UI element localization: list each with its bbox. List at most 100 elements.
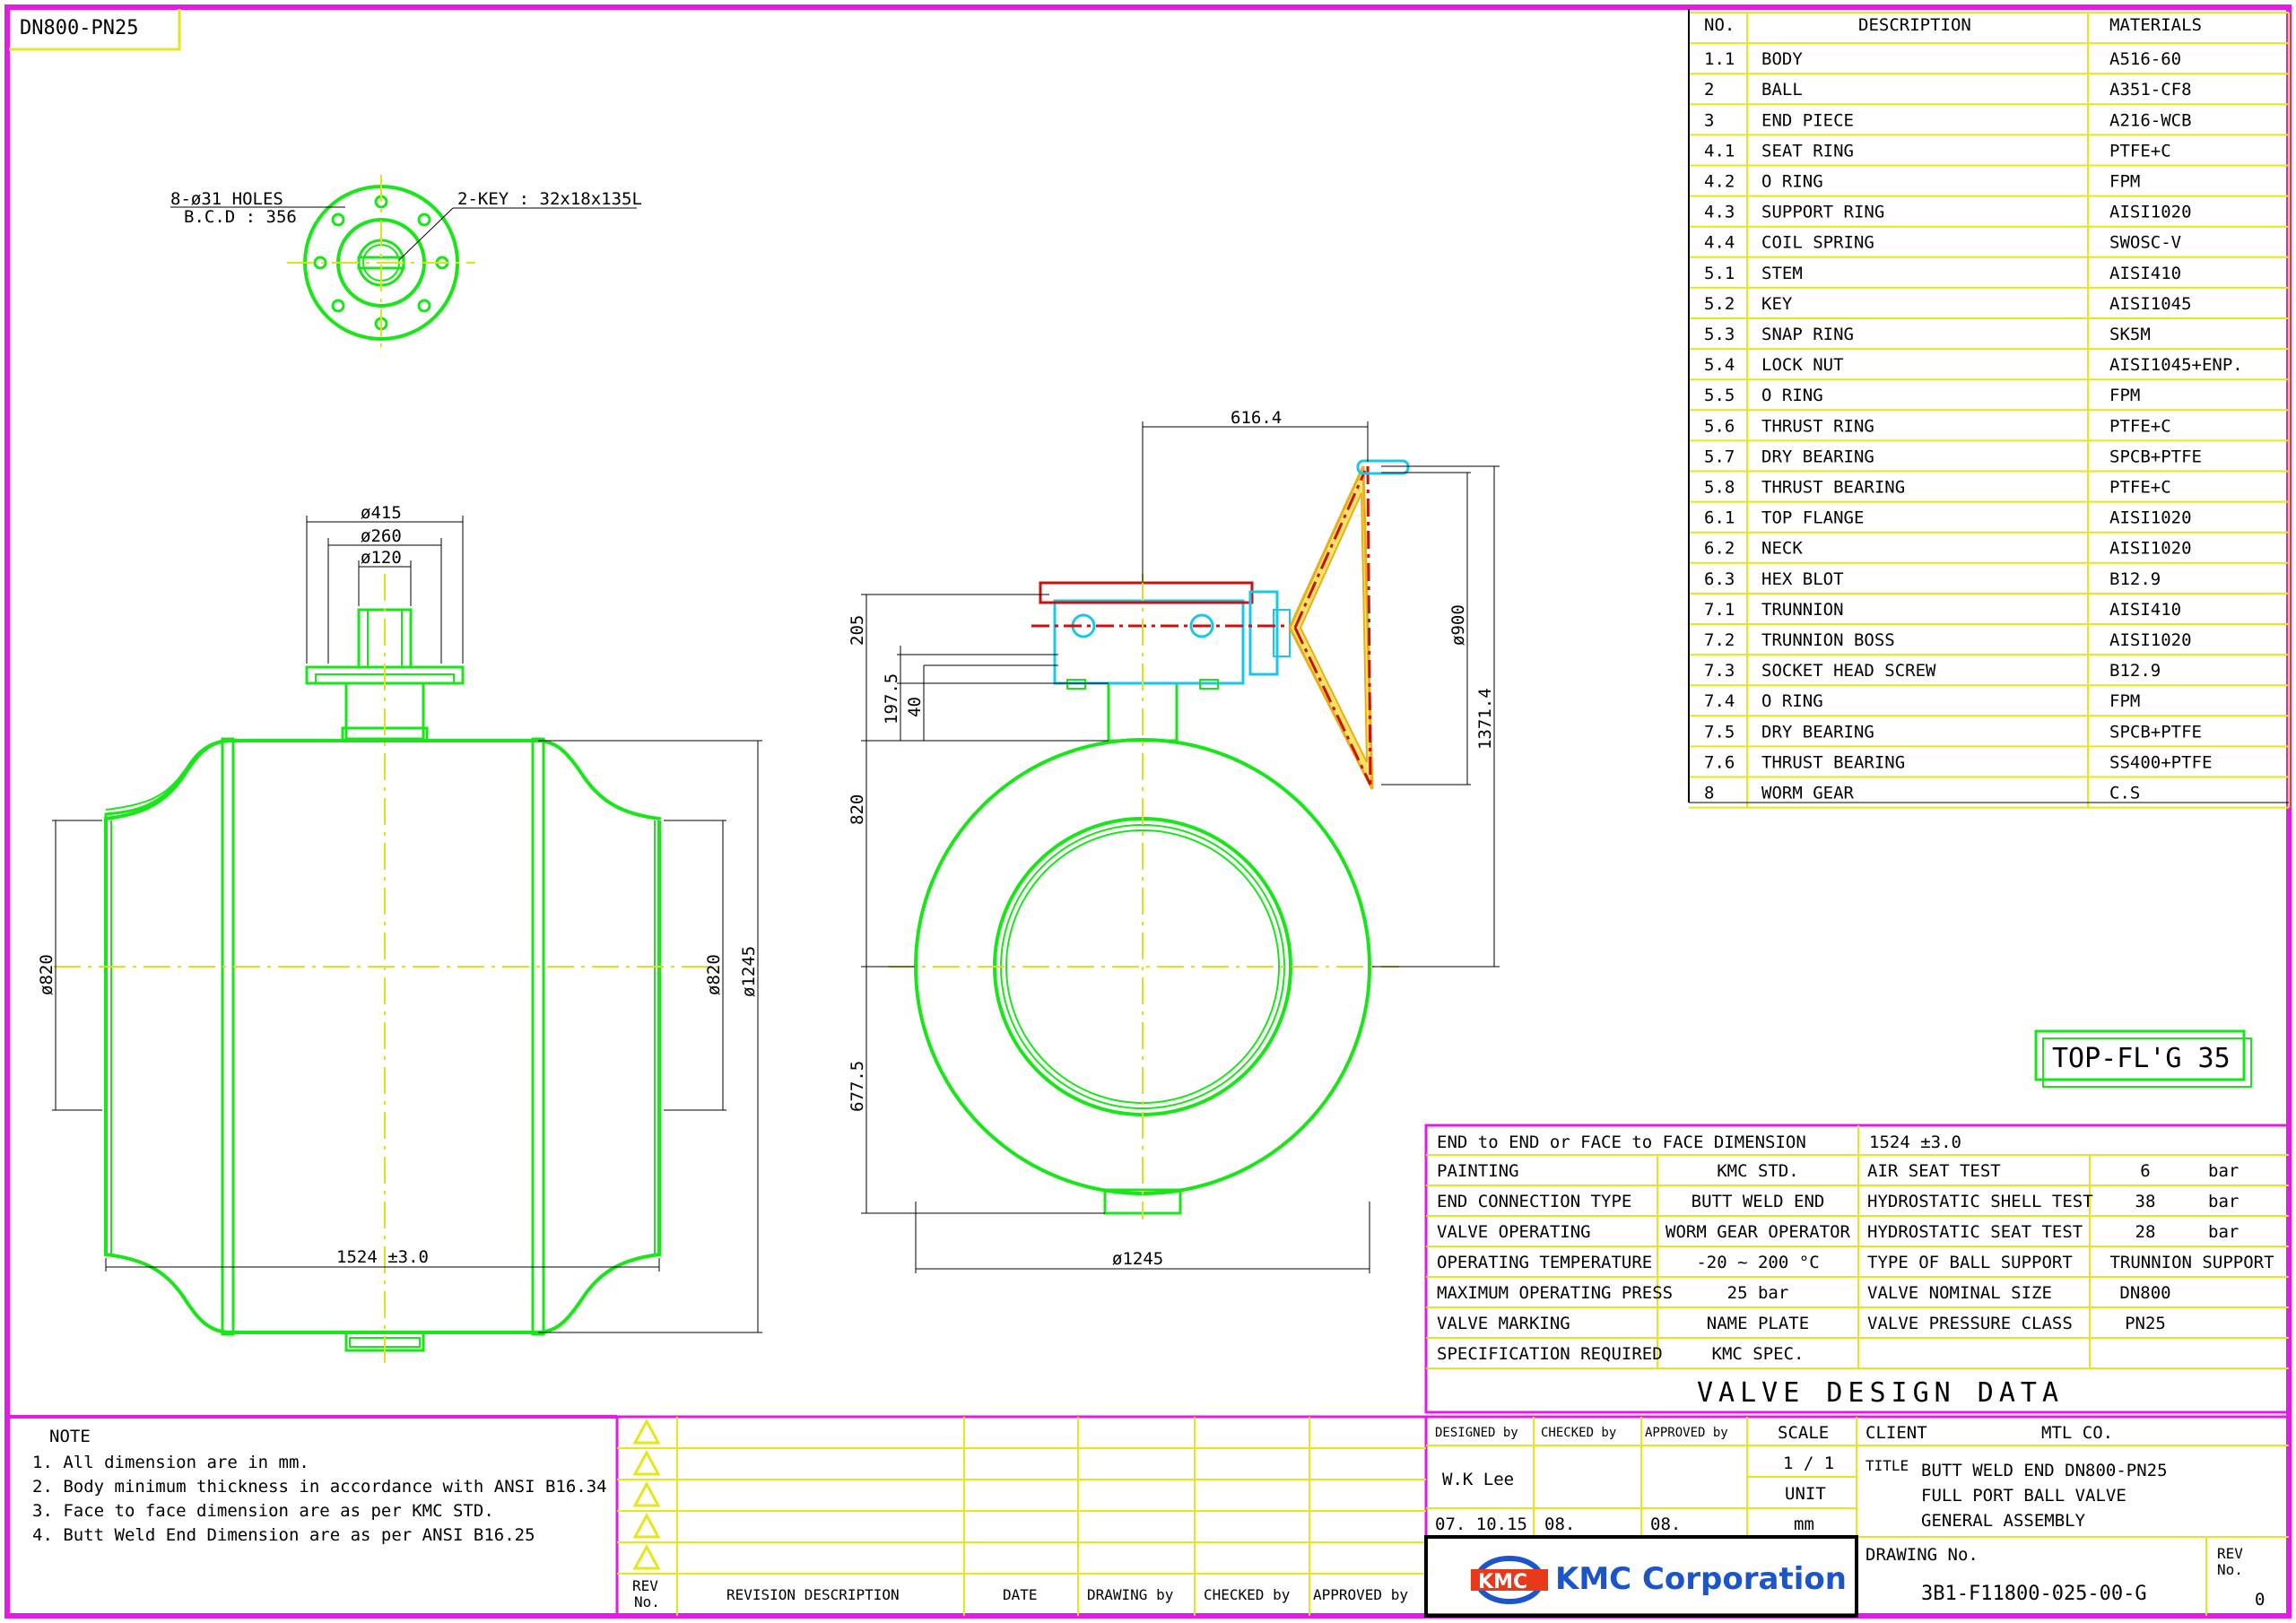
drawing-sheet: DN800-PN25 8-ø31 HOLES B.C.D : 356 2-KEY… — [4, 4, 2292, 1619]
front-view: ø415 ø260 ø120 ø820 ø820 ø1245 1524 ±3.0 — [37, 503, 762, 1363]
dd-label-2: VALVE PRESSURE CLASS — [1867, 1314, 2073, 1333]
bom-description: SEAT RING — [1761, 141, 1854, 161]
bom-material: AISI410 — [2109, 264, 2181, 283]
bom-no: 7.1 — [1704, 600, 1735, 620]
bom-description: HEX BLOT — [1761, 569, 1844, 589]
bom-no: 7.2 — [1704, 630, 1735, 650]
dd-unit: bar — [2208, 1222, 2239, 1242]
notes-box: NOTE 1. All dimension are in mm. 2. Body… — [9, 1415, 617, 1545]
rev-no-label-2: No. — [634, 1593, 660, 1610]
dd-label-2: AIR SEAT TEST — [1867, 1161, 2001, 1181]
bom-no: 5.6 — [1704, 416, 1735, 436]
title-line-1: BUTT WELD END DN800-PN25 — [1921, 1461, 2168, 1480]
dd-label: MAXIMUM OPERATING PRESS — [1437, 1283, 1673, 1303]
sheet-label-box: DN800-PN25 — [9, 9, 181, 51]
bom-no: 3 — [1704, 110, 1714, 130]
bom-material: AISI410 — [2109, 600, 2181, 620]
bom-description: KEY — [1761, 294, 1793, 314]
dd-label: OPERATING TEMPERATURE — [1437, 1253, 1652, 1272]
dim-415: ø415 — [361, 503, 402, 523]
bom-description: THRUST BEARING — [1761, 478, 1905, 498]
bom-description: DRY BEARING — [1761, 447, 1874, 466]
bom-description: SOCKET HEAD SCREW — [1761, 661, 1936, 681]
dd-value: KMC STD. — [1717, 1161, 1799, 1181]
bom-material: C.S — [2109, 784, 2140, 803]
dim-820: 820 — [848, 794, 867, 825]
bom-material: AISI1020 — [2109, 508, 2192, 528]
design-data-table: END to END or FACE to FACE DIMENSION 152… — [1424, 1124, 2291, 1414]
dd-label: SPECIFICATION REQUIRED — [1437, 1344, 1663, 1364]
title-label: TITLE — [1866, 1457, 1909, 1474]
end-to-end-label: END to END or FACE to FACE DIMENSION — [1437, 1133, 1806, 1152]
dim-1245-side: ø1245 — [1112, 1249, 1163, 1269]
rev-no-label-1: REV — [632, 1577, 658, 1594]
dd-unit: bar — [2208, 1161, 2239, 1181]
dd-label: VALVE OPERATING — [1437, 1222, 1591, 1242]
bom-description: THRUST RING — [1761, 416, 1874, 436]
approved-by-label: APPROVED by — [1645, 1426, 1728, 1440]
bom-table: NO. DESCRIPTION MATERIALS 1.1 BODY A516-60… — [1688, 9, 2290, 809]
bom-header-no: NO. — [1704, 15, 1735, 35]
rev-date-label: DATE — [1003, 1586, 1038, 1603]
bom-no: 4.1 — [1704, 141, 1735, 161]
dd-value-2: 6 — [2140, 1161, 2150, 1181]
top-view: 8-ø31 HOLES B.C.D : 356 2-KEY : 32x18x13… — [170, 175, 642, 354]
dd-label: VALVE MARKING — [1437, 1314, 1570, 1333]
bom-description: THRUST BEARING — [1761, 752, 1905, 772]
dd-label-2: TYPE OF BALL SUPPORT — [1867, 1253, 2073, 1272]
bom-no: 5.8 — [1704, 478, 1735, 498]
dd-value-2: PN25 — [2125, 1314, 2166, 1333]
bom-description: STEM — [1761, 264, 1803, 283]
bom-description: BODY — [1761, 49, 1803, 69]
bom-description: TRUNNION — [1761, 600, 1844, 620]
bom-description: NECK — [1761, 539, 1803, 559]
bom-material: AISI1020 — [2109, 203, 2192, 222]
date-designed: 07. 10.15 — [1435, 1515, 1527, 1534]
dd-value-2: DN800 — [2119, 1283, 2170, 1303]
bom-material: SK5M — [2109, 325, 2151, 344]
dd-value: NAME PLATE — [1707, 1314, 1809, 1333]
drawing-no-label: DRAWING No. — [1866, 1545, 1979, 1565]
bom-material: A351-CF8 — [2109, 80, 2192, 100]
scale-label: SCALE — [1778, 1423, 1829, 1443]
sheet-border — [4, 4, 2292, 1619]
bom-no: 6.2 — [1704, 539, 1735, 559]
title-line-2: FULL PORT BALL VALVE — [1921, 1486, 2126, 1506]
bom-material: AISI1020 — [2109, 539, 2192, 559]
bom-description: TOP FLANGE — [1761, 508, 1864, 528]
unit-value: mm — [1794, 1515, 1814, 1534]
end-to-end-value: 1524 ±3.0 — [1869, 1133, 1961, 1152]
bom-no: 5.5 — [1704, 386, 1735, 405]
dd-unit: bar — [2208, 1192, 2239, 1211]
title-block: DESIGNED by CHECKED by APPROVED by SCALE… — [1424, 1415, 2289, 1618]
bom-material: PTFE+C — [2109, 478, 2171, 498]
dd-value: -20 ~ 200 °C — [1696, 1253, 1819, 1272]
dim-820-right: ø820 — [704, 954, 724, 995]
drawing-no-value: 3B1-F11800-025-00-G — [1921, 1583, 2147, 1605]
dd-label-2: HYDROSTATIC SHELL TEST — [1867, 1192, 2093, 1211]
bom-material: A516-60 — [2109, 49, 2181, 69]
top-flange-label: TOP-FL'G 35 — [2052, 1043, 2231, 1074]
bom-no: 5.4 — [1704, 355, 1735, 375]
bom-no: 5.1 — [1704, 264, 1735, 283]
dd-value: KMC SPEC. — [1712, 1344, 1805, 1364]
bom-no: 4.4 — [1704, 233, 1735, 253]
dim-205: 205 — [848, 615, 867, 646]
designed-by-label: DESIGNED by — [1435, 1426, 1518, 1440]
bom-material: SS400+PTFE — [2109, 752, 2212, 772]
side-view: 616.4 ø900 1371.4 205 197.5 40 820 677.5… — [848, 408, 1500, 1273]
note-2: 2. Body minimum thickness in accordance … — [32, 1477, 607, 1497]
design-data-title: VALVE DESIGN DATA — [1697, 1377, 2064, 1409]
bom-material: AISI1045+ENP. — [2109, 355, 2243, 375]
logo-text: KMC — [1478, 1571, 1527, 1593]
dim-length: 1524 ±3.0 — [336, 1247, 429, 1267]
dd-label: PAINTING — [1437, 1161, 1519, 1181]
bom-no: 4.2 — [1704, 172, 1735, 192]
title-line-3: GENERAL ASSEMBLY — [1921, 1511, 2086, 1531]
dim-260: ø260 — [361, 526, 402, 546]
dim-1245: ø1245 — [739, 946, 759, 997]
bom-no: 6.3 — [1704, 569, 1735, 589]
dd-value-2: 38 — [2135, 1192, 2156, 1211]
client-value: MTL CO. — [2041, 1423, 2113, 1443]
bcd-label: B.C.D : 356 — [184, 207, 297, 227]
